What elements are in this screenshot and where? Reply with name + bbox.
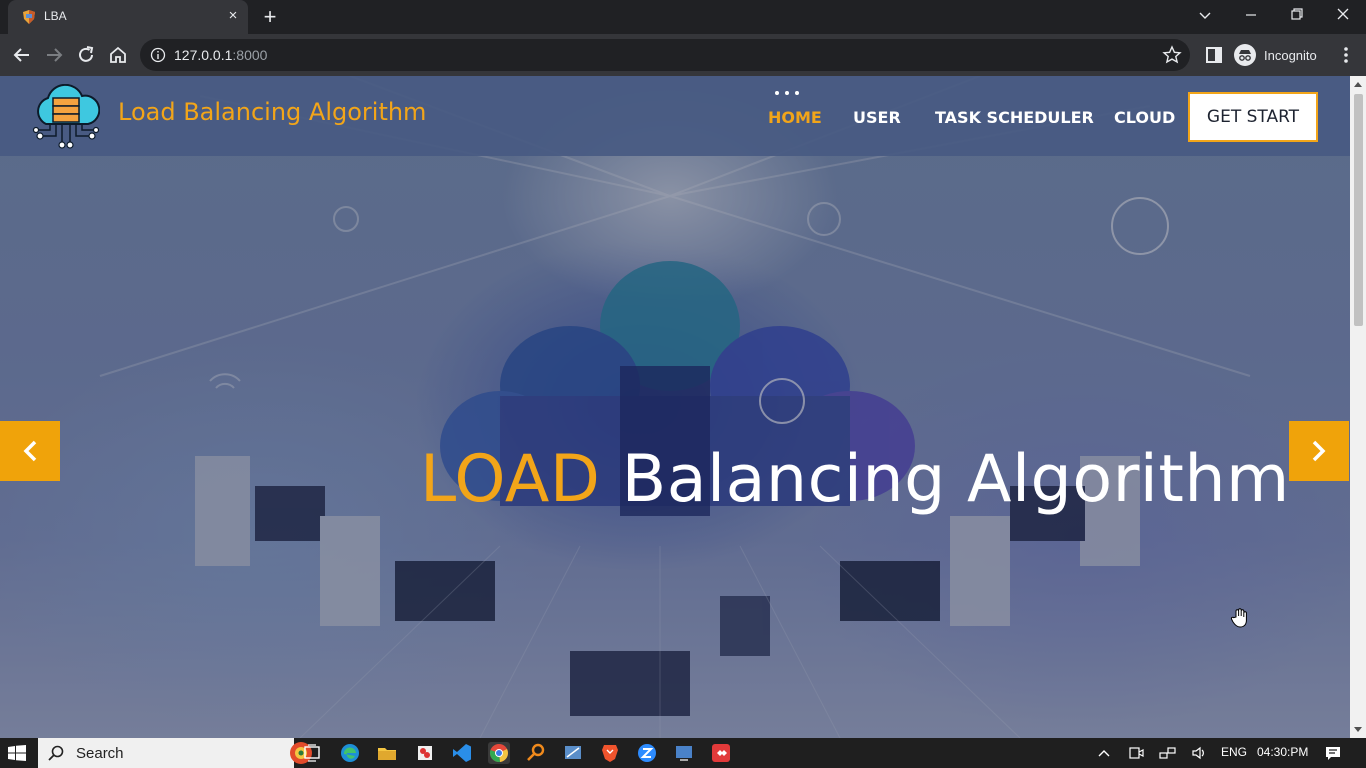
- taskbar-search-placeholder: Search: [76, 745, 124, 762]
- nav-link-user[interactable]: USER: [853, 108, 901, 127]
- chevron-right-icon: [1312, 440, 1326, 462]
- page-viewport: Load Balancing Algorithm HOME USER TASK …: [0, 76, 1350, 738]
- nav-link-task-scheduler[interactable]: TASK SCHEDULER: [935, 108, 1094, 127]
- site-info-icon[interactable]: [150, 47, 166, 63]
- nav-link-home[interactable]: HOME: [768, 108, 822, 127]
- reload-icon[interactable]: [74, 43, 98, 67]
- url-port: :8000: [232, 47, 268, 63]
- browser-toolbar: 127.0.0.1:8000 Incognito: [0, 34, 1366, 76]
- browser-tab-strip: LBA × +: [0, 0, 1366, 34]
- browser-tab[interactable]: LBA ×: [8, 0, 248, 34]
- incognito-icon: [1234, 44, 1256, 66]
- cloud-server-logo-icon[interactable]: [32, 84, 100, 150]
- page-scrollbar[interactable]: [1350, 76, 1366, 738]
- hero-title-accent: LOAD: [420, 442, 601, 517]
- volume-icon[interactable]: [1191, 746, 1207, 760]
- app-icon[interactable]: [562, 742, 584, 764]
- brave-icon[interactable]: [599, 742, 621, 764]
- vscode-icon[interactable]: [451, 742, 473, 764]
- site-navbar: Load Balancing Algorithm HOME USER TASK …: [0, 76, 1350, 156]
- hero-overlay: [0, 76, 1350, 738]
- notification-center-icon[interactable]: [1325, 745, 1341, 761]
- zoom-icon[interactable]: [636, 742, 658, 764]
- scrollbar-thumb[interactable]: [1354, 94, 1363, 326]
- anydesk-icon[interactable]: [710, 742, 732, 764]
- kebab-menu-icon[interactable]: [1334, 43, 1358, 67]
- hero-title: LOAD Balancing Algorithm: [420, 442, 1290, 517]
- windows-taskbar: Search ENG 04:30:PM: [0, 738, 1366, 768]
- scroll-down-icon[interactable]: [1354, 727, 1362, 732]
- search-icon: [48, 745, 64, 761]
- hero-title-rest: Balancing Algorithm: [621, 442, 1290, 517]
- search-app-icon[interactable]: [525, 742, 547, 764]
- chevron-down-icon[interactable]: [1192, 4, 1218, 26]
- app-icon[interactable]: [673, 742, 695, 764]
- side-panel-icon[interactable]: [1202, 43, 1226, 67]
- app-icon[interactable]: [414, 742, 436, 764]
- restore-icon[interactable]: [1284, 4, 1310, 26]
- chevron-left-icon: [23, 440, 37, 462]
- address-bar[interactable]: 127.0.0.1:8000: [140, 39, 1190, 71]
- url-text: 127.0.0.1:8000: [174, 47, 267, 63]
- site-brand-title[interactable]: Load Balancing Algorithm: [118, 98, 426, 126]
- tab-close-icon[interactable]: ×: [224, 7, 242, 25]
- language-indicator[interactable]: ENG: [1221, 745, 1247, 759]
- system-clock[interactable]: 04:30:PM: [1257, 745, 1308, 759]
- bookmark-star-icon[interactable]: [1162, 45, 1182, 65]
- new-tab-button[interactable]: +: [258, 6, 282, 28]
- home-icon[interactable]: [106, 43, 130, 67]
- nav-link-cloud[interactable]: CLOUD: [1114, 108, 1175, 127]
- incognito-indicator[interactable]: Incognito: [1234, 42, 1317, 68]
- meet-now-icon[interactable]: [1128, 746, 1144, 760]
- chrome-icon[interactable]: [488, 742, 510, 764]
- tab-title: LBA: [44, 9, 67, 23]
- site-favicon-icon: [23, 10, 35, 24]
- file-explorer-icon[interactable]: [376, 742, 398, 764]
- task-view-icon[interactable]: [301, 742, 323, 764]
- nav-active-dots-icon: [775, 91, 799, 95]
- minimize-icon[interactable]: [1238, 4, 1264, 26]
- hero-carousel-slide: [0, 76, 1350, 738]
- url-host: 127.0.0.1: [174, 47, 233, 63]
- close-icon[interactable]: [1330, 4, 1356, 26]
- network-icon[interactable]: [1159, 746, 1177, 760]
- chevron-up-icon[interactable]: [1097, 747, 1111, 759]
- incognito-label: Incognito: [1264, 47, 1317, 63]
- carousel-next-button[interactable]: [1289, 421, 1349, 481]
- taskbar-search-box[interactable]: Search: [38, 738, 312, 768]
- carousel-prev-button[interactable]: [0, 421, 60, 481]
- back-icon[interactable]: [10, 43, 34, 67]
- windows-start-icon[interactable]: [8, 745, 26, 761]
- forward-icon[interactable]: [42, 43, 66, 67]
- hand-cursor-icon: [1230, 608, 1247, 628]
- get-start-button[interactable]: GET START: [1188, 92, 1318, 142]
- scroll-up-icon[interactable]: [1354, 82, 1362, 87]
- edge-icon[interactable]: [339, 742, 361, 764]
